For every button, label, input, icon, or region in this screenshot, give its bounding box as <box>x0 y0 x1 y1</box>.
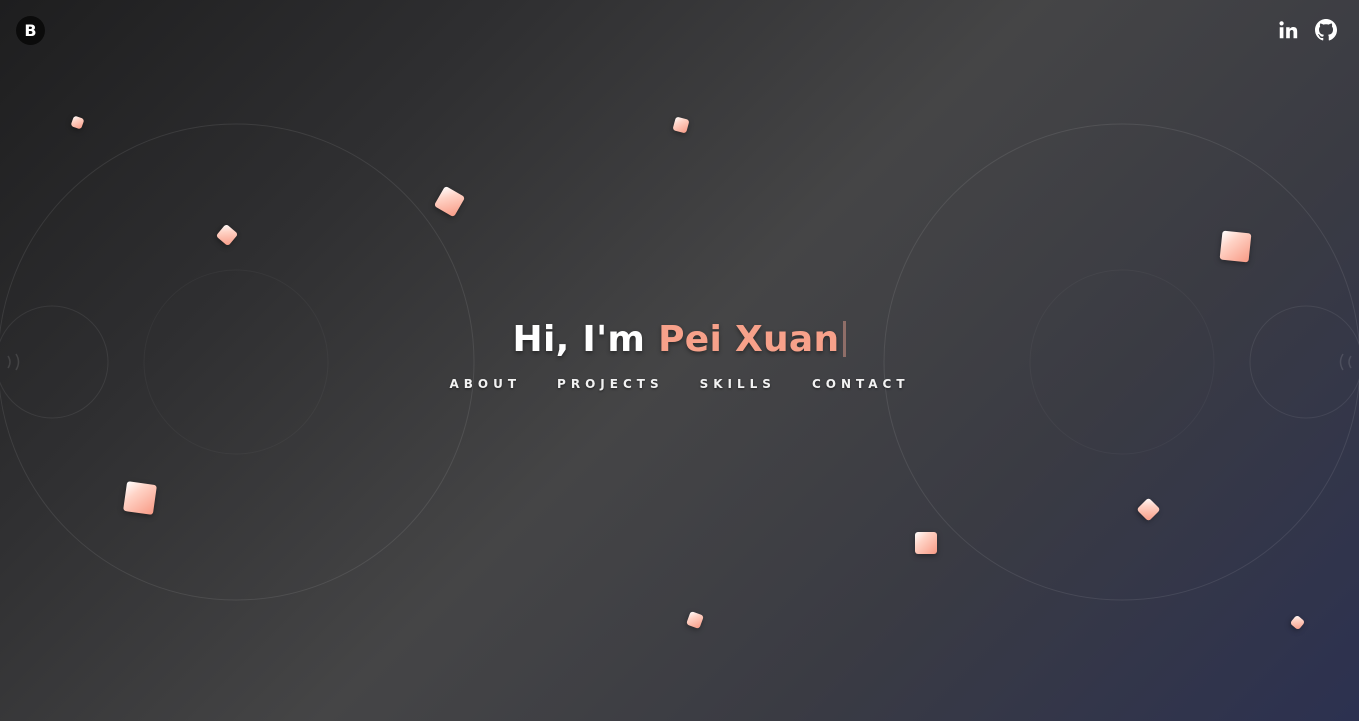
github-icon[interactable] <box>1315 19 1337 41</box>
social-links <box>1277 19 1337 41</box>
floating-cube <box>672 116 690 134</box>
floating-cube <box>1136 497 1161 522</box>
floating-cube <box>1219 230 1252 263</box>
floating-cube <box>915 532 937 554</box>
floating-cube <box>433 185 466 218</box>
name-text: Pei Xuan <box>658 319 840 360</box>
floating-cube <box>215 223 239 247</box>
logo[interactable]: B <box>16 16 45 45</box>
floating-cube <box>1289 614 1306 631</box>
floating-cube <box>123 481 157 515</box>
logo-letter: B <box>24 21 37 40</box>
hero-section: Hi, I'm Pei Xuan ABOUT PROJECTS SKILLS C… <box>0 316 1359 391</box>
greeting-text: Hi, I'm <box>512 319 646 360</box>
typing-cursor <box>843 321 847 357</box>
nav-contact[interactable]: CONTACT <box>812 377 910 391</box>
floating-cube <box>70 115 85 130</box>
hero-headline: Hi, I'm Pei Xuan <box>0 316 1359 364</box>
floating-cube <box>686 611 704 629</box>
nav-skills[interactable]: SKILLS <box>700 377 776 391</box>
nav-projects[interactable]: PROJECTS <box>557 377 664 391</box>
nav-about[interactable]: ABOUT <box>449 377 521 391</box>
main-nav: ABOUT PROJECTS SKILLS CONTACT <box>0 377 1359 391</box>
linkedin-icon[interactable] <box>1277 19 1299 41</box>
